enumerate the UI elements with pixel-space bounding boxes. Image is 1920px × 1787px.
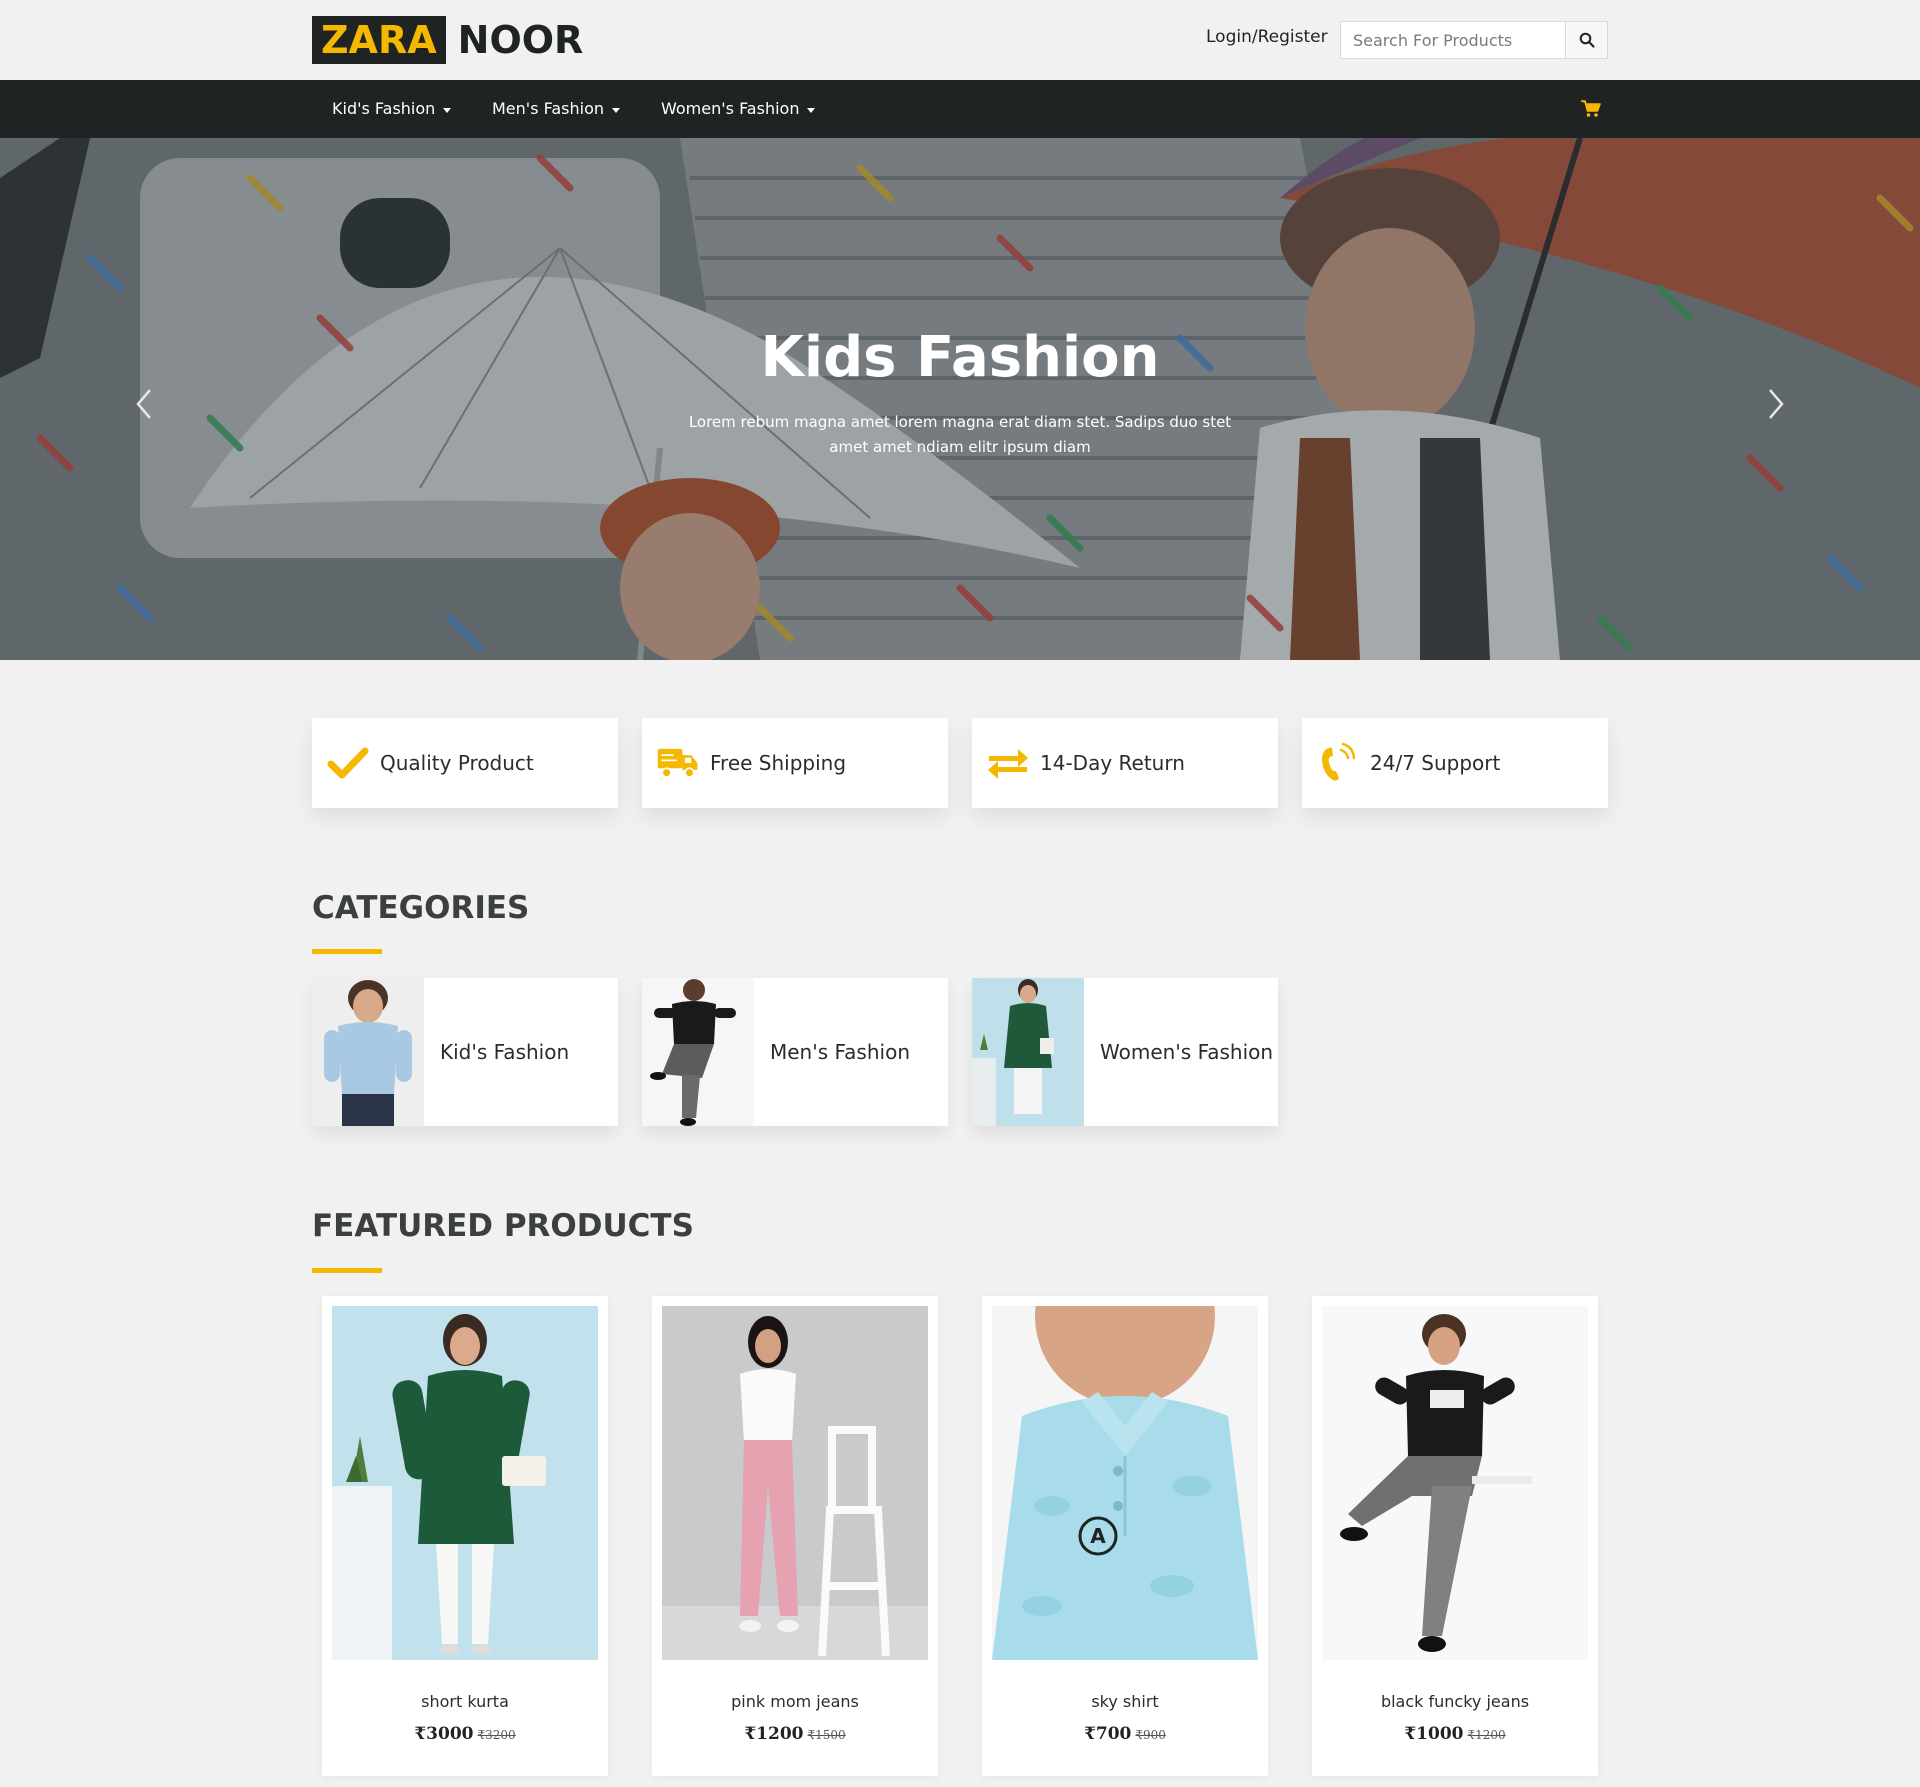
search-input[interactable]	[1341, 22, 1565, 58]
check-icon	[326, 741, 370, 785]
hero-overlay	[0, 138, 1920, 660]
nav-item-label: Women's Fashion	[661, 99, 800, 118]
product-card[interactable]: A sky shirt ₹700 ₹900	[982, 1296, 1268, 1776]
product-image[interactable]	[1322, 1306, 1588, 1660]
category-card-womens-fashion[interactable]: Women's Fashion	[972, 978, 1278, 1126]
product-price: ₹1000 ₹1200	[1312, 1724, 1598, 1744]
product-price-old: ₹900	[1135, 1728, 1166, 1742]
product-card[interactable]: short kurta ₹3000 ₹3200	[322, 1296, 608, 1776]
svg-text:A: A	[1090, 1524, 1106, 1548]
product-name[interactable]: short kurta	[322, 1692, 608, 1711]
product-price-current: ₹700	[1084, 1724, 1132, 1744]
search-icon	[1579, 32, 1595, 48]
search-button[interactable]	[1565, 22, 1607, 58]
hero-title: Kids Fashion	[760, 325, 1160, 390]
feature-14-day-return: 14-Day Return	[972, 718, 1278, 808]
nav-item-label: Men's Fashion	[492, 99, 604, 118]
product-card[interactable]: pink mom jeans ₹1200 ₹1500	[652, 1296, 938, 1776]
nav-item-womens-fashion[interactable]: Women's Fashion	[661, 80, 816, 138]
category-card-kids-fashion[interactable]: Kid's Fashion	[312, 978, 618, 1126]
nav-item-mens-fashion[interactable]: Men's Fashion	[492, 80, 620, 138]
caret-down-icon	[807, 107, 816, 113]
product-price: ₹700 ₹900	[982, 1724, 1268, 1744]
brand-logo[interactable]: ZARA NOOR	[312, 16, 583, 64]
product-card[interactable]: black funcky jeans ₹1000 ₹1200	[1312, 1296, 1598, 1776]
carousel-next-icon[interactable]	[1764, 384, 1788, 424]
phone-icon	[1316, 741, 1360, 785]
product-name[interactable]: sky shirt	[982, 1692, 1268, 1711]
hero-subtitle: Lorem rebum magna amet lorem magna erat …	[688, 413, 1232, 456]
main-navbar: Kid's Fashion Men's Fashion Women's Fash…	[0, 80, 1920, 138]
categories-title: CATEGORIES	[312, 890, 530, 926]
feature-24-7-support: 24/7 Support	[1302, 718, 1608, 808]
feature-label: Free Shipping	[710, 751, 847, 775]
hero-carousel: Kids Fashion Lorem rebum magna amet lore…	[0, 138, 1920, 660]
exchange-icon	[986, 741, 1030, 785]
shopping-cart-icon[interactable]	[1580, 98, 1602, 120]
nav-item-label: Kid's Fashion	[332, 99, 436, 118]
product-price-old: ₹3200	[477, 1728, 516, 1742]
product-image[interactable]	[332, 1306, 598, 1660]
categories-title-underline	[312, 949, 382, 954]
brand-logo-part1: ZARA	[312, 16, 446, 64]
login-register-link[interactable]: Login/Register	[1206, 27, 1328, 47]
product-price-current: ₹1000	[1404, 1724, 1464, 1744]
feature-label: Quality Product	[380, 751, 534, 775]
feature-label: 24/7 Support	[1370, 751, 1501, 775]
category-label: Men's Fashion	[770, 1040, 910, 1064]
feature-quality-product: Quality Product	[312, 718, 618, 808]
category-thumbnail	[972, 978, 1084, 1126]
feature-label: 14-Day Return	[1040, 751, 1185, 775]
carousel-prev-icon[interactable]	[132, 384, 156, 424]
category-card-mens-fashion[interactable]: Men's Fashion	[642, 978, 948, 1126]
product-image[interactable]	[662, 1306, 928, 1660]
featured-products-title-underline	[312, 1268, 382, 1273]
nav-item-kids-fashion[interactable]: Kid's Fashion	[332, 80, 452, 138]
truck-icon	[656, 741, 700, 785]
product-name[interactable]: black funcky jeans	[1312, 1692, 1598, 1711]
top-header: ZARA NOOR Login/Register	[0, 0, 1920, 80]
category-label: Women's Fashion	[1100, 1040, 1274, 1064]
category-thumbnail	[642, 978, 754, 1126]
product-price: ₹1200 ₹1500	[652, 1724, 938, 1744]
caret-down-icon	[612, 107, 620, 113]
feature-free-shipping: Free Shipping	[642, 718, 948, 808]
category-label: Kid's Fashion	[440, 1040, 570, 1064]
category-thumbnail	[312, 978, 424, 1126]
brand-logo-part2: NOOR	[457, 18, 584, 62]
product-price-current: ₹1200	[744, 1724, 804, 1744]
featured-products-title: FEATURED PRODUCTS	[312, 1208, 694, 1244]
search-bar	[1340, 21, 1608, 59]
product-price-old: ₹1500	[807, 1728, 846, 1742]
product-price: ₹3000 ₹3200	[322, 1724, 608, 1744]
product-price-old: ₹1200	[1467, 1728, 1506, 1742]
product-image[interactable]: A	[992, 1306, 1258, 1660]
caret-down-icon	[443, 107, 452, 113]
product-name[interactable]: pink mom jeans	[652, 1692, 938, 1711]
product-price-current: ₹3000	[414, 1724, 474, 1744]
